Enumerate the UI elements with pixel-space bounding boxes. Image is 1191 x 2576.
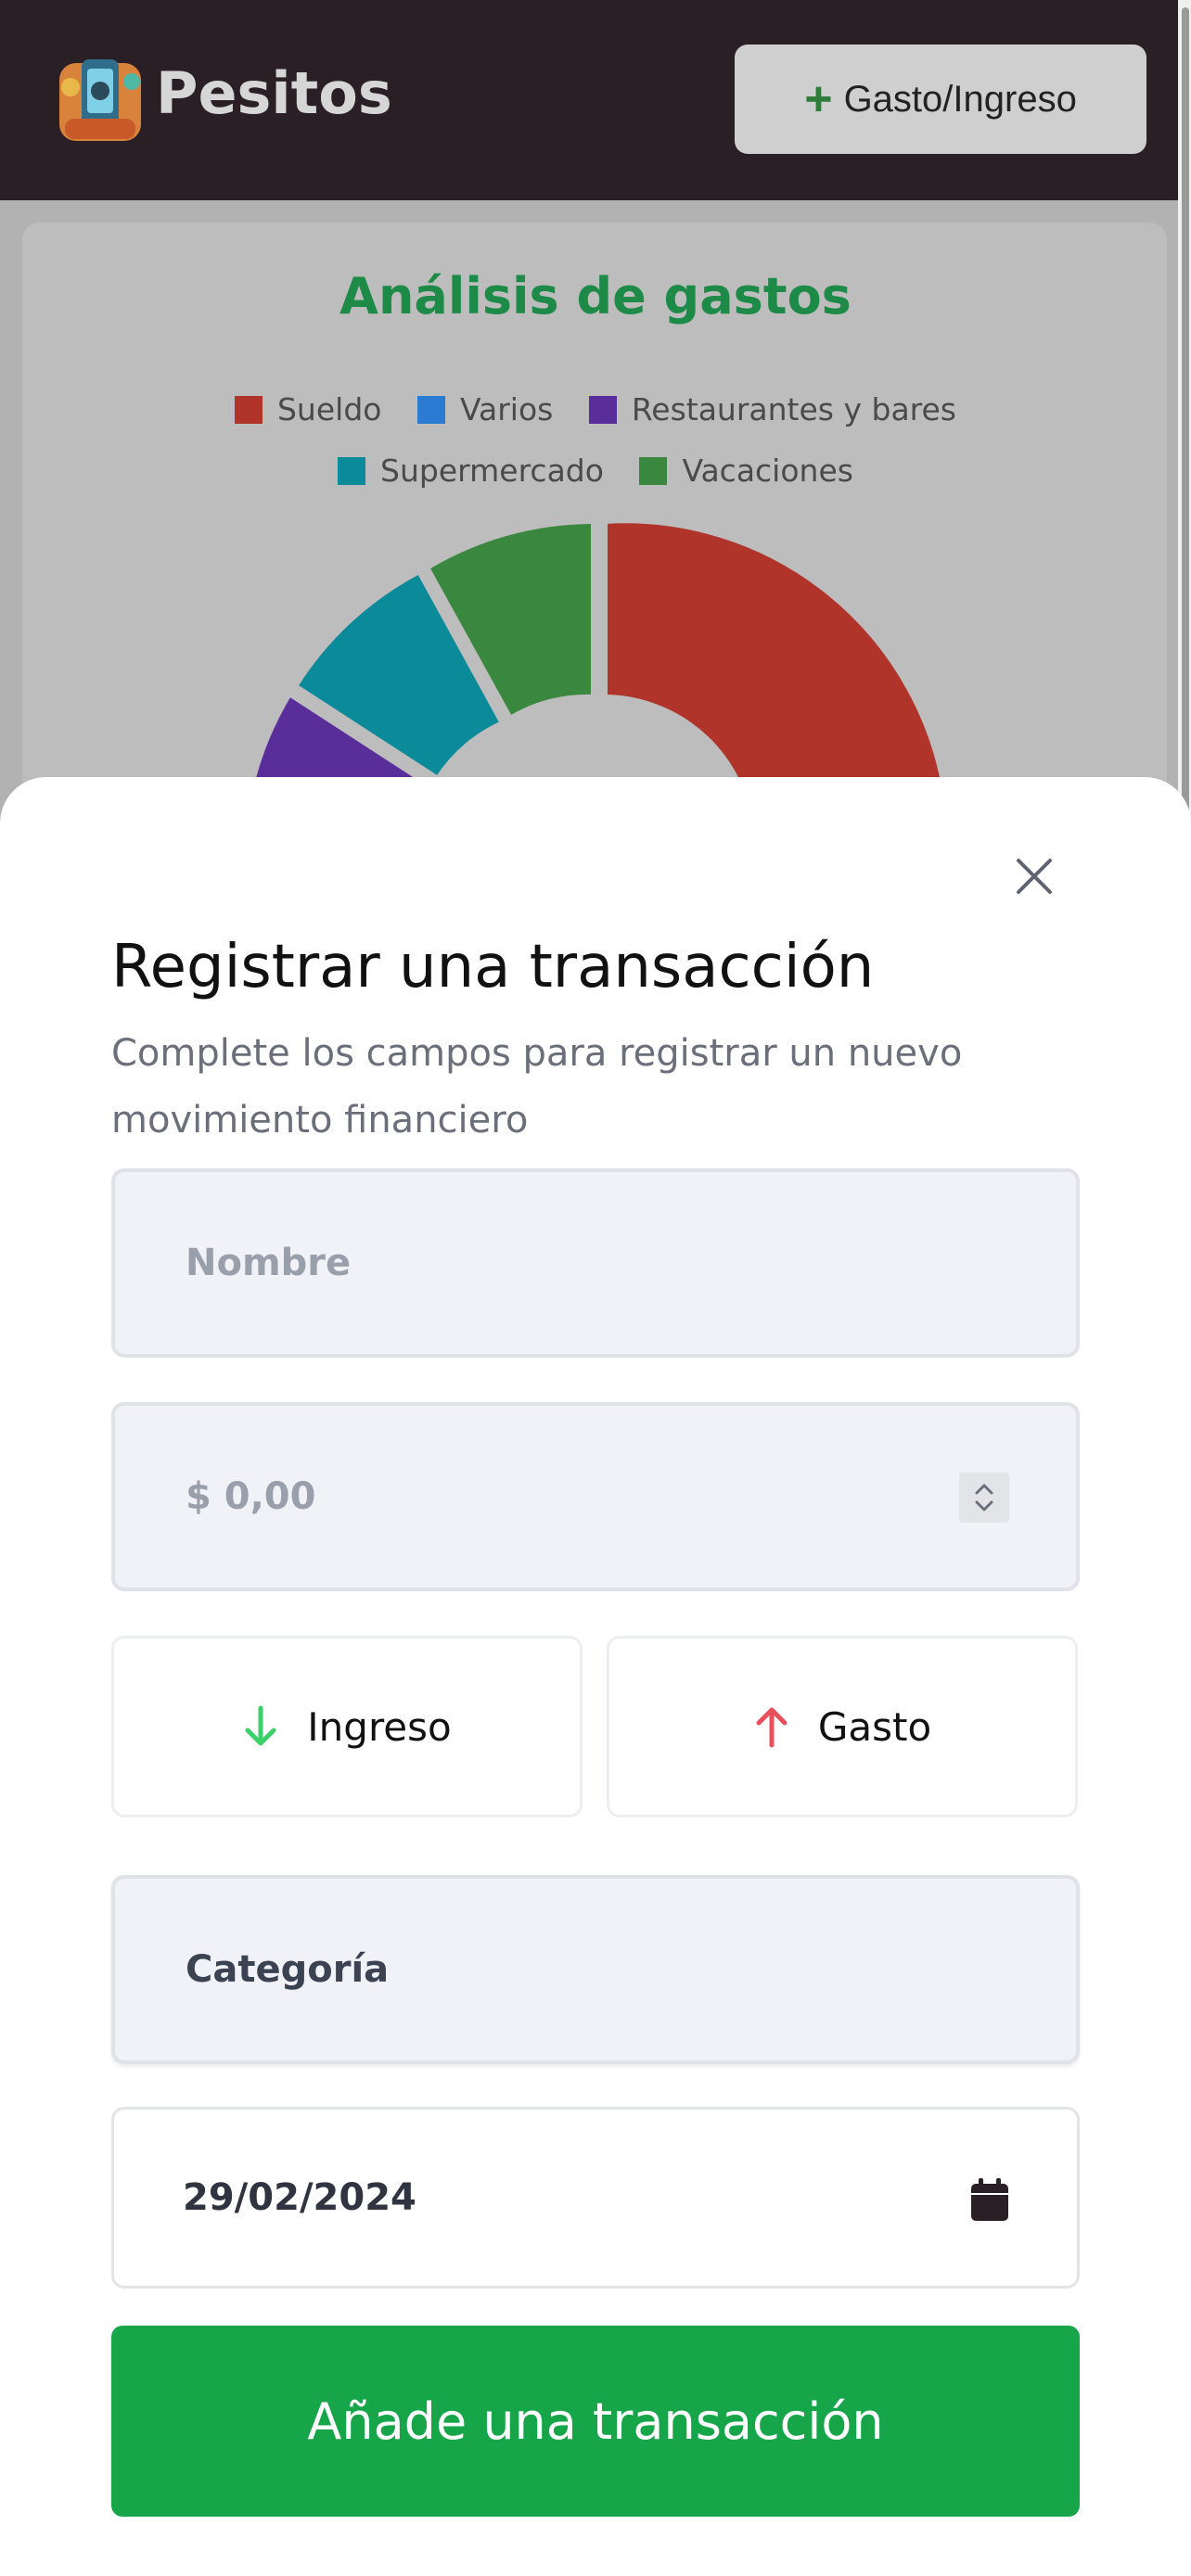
category-label: Categoría (186, 1948, 390, 1991)
modal-title: Registrar una transacción (111, 933, 875, 1001)
close-icon[interactable] (1011, 853, 1057, 899)
legend-label: Supermercado (380, 453, 604, 489)
arrow-up-icon (756, 1707, 788, 1748)
app-logo (59, 59, 141, 141)
expense-button[interactable]: Gasto (607, 1636, 1078, 1817)
chart-title: Análisis de gastos (339, 267, 852, 325)
legend-label: Sueldo (276, 391, 382, 427)
submit-transaction-button[interactable]: Añade una transacción (111, 2326, 1080, 2517)
income-label: Ingreso (307, 1703, 452, 1750)
chart-legend-row-1: Sueldo Varios Restaurantes y bares (0, 391, 1191, 431)
name-field[interactable]: Nombre (111, 1168, 1080, 1358)
legend-swatch (338, 456, 366, 485)
name-placeholder: Nombre (186, 1242, 352, 1284)
chart-legend-row-2: Supermercado Vacaciones (0, 453, 1191, 492)
date-field[interactable]: 29/02/2024 (111, 2107, 1080, 2289)
modal-subtitle: Complete los campos para registrar un nu… (111, 1032, 963, 1141)
legend-swatch (588, 395, 617, 424)
legend-label: Vacaciones (682, 453, 853, 489)
plus-icon: + (804, 72, 833, 126)
legend-item-vacaciones[interactable]: Vacaciones (639, 453, 853, 489)
legend-swatch (234, 395, 263, 424)
arrow-down-icon (245, 1705, 276, 1746)
chevron-updown-icon[interactable] (959, 1473, 1009, 1523)
date-value: 29/02/2024 (183, 2176, 416, 2219)
income-button[interactable]: Ingreso (111, 1636, 583, 1817)
add-transaction-label: Gasto/Ingreso (843, 78, 1077, 120)
amount-field[interactable]: $ 0,00 (111, 1402, 1080, 1591)
app-brand-name: Pesitos (156, 59, 392, 127)
legend-label: Restaurantes y bares (631, 391, 957, 427)
legend-label: Varios (459, 391, 554, 427)
add-transaction-button[interactable]: + Gasto/Ingreso (735, 45, 1146, 154)
legend-item-sueldo[interactable]: Sueldo (234, 391, 382, 427)
legend-item-supermercado[interactable]: Supermercado (338, 453, 604, 489)
legend-item-restaurantes[interactable]: Restaurantes y bares (588, 391, 957, 427)
category-select[interactable]: Categoría (111, 1875, 1080, 2064)
amount-placeholder: $ 0,00 (186, 1475, 316, 1518)
legend-item-varios[interactable]: Varios (416, 391, 554, 427)
expense-label: Gasto (817, 1703, 932, 1750)
legend-swatch (416, 395, 445, 424)
legend-swatch (639, 456, 668, 485)
calendar-icon[interactable] (969, 2176, 1010, 2223)
app-header: Pesitos + Gasto/Ingreso (0, 0, 1178, 200)
